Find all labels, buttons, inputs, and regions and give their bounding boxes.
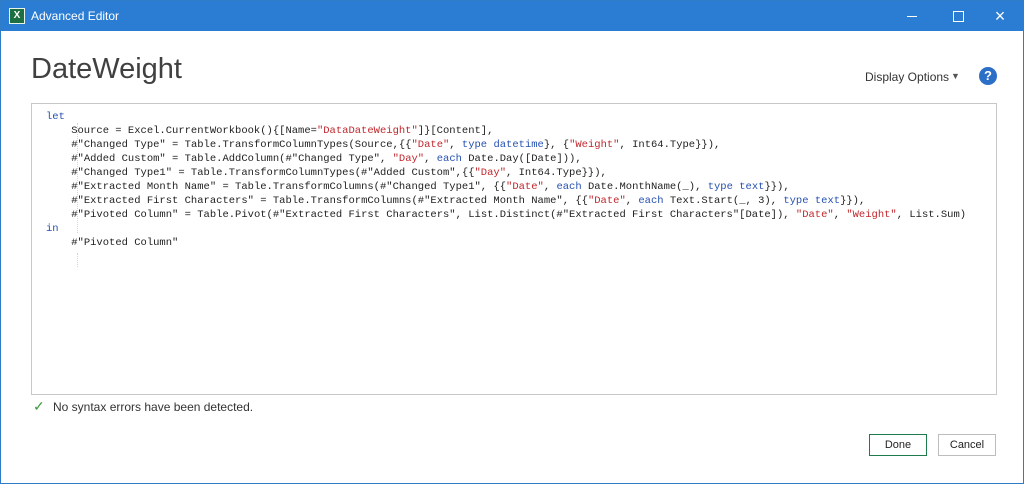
code-line: #"Pivoted Column" = Table.Pivot(#"Extrac… <box>46 209 967 221</box>
close-button[interactable]: × <box>977 1 1023 31</box>
cancel-button[interactable]: Cancel <box>938 434 996 456</box>
code-editor[interactable]: let Source = Excel.CurrentWorkbook(){[Na… <box>31 103 997 395</box>
checkmark-icon: ✓ <box>33 398 45 414</box>
window-title: Advanced Editor <box>31 9 120 23</box>
maximize-icon <box>952 11 964 23</box>
code-text[interactable]: let Source = Excel.CurrentWorkbook(){[Na… <box>46 110 966 250</box>
code-line: #"Changed Type1" = Table.TransformColumn… <box>46 167 607 179</box>
syntax-status-text: No syntax errors have been detected. <box>53 400 254 414</box>
code-line: let <box>46 111 65 123</box>
excel-icon: X <box>9 8 25 24</box>
code-line: #"Pivoted Column" <box>46 237 179 249</box>
code-line: Source = Excel.CurrentWorkbook(){[Name="… <box>46 125 494 137</box>
display-options-menu[interactable]: Display Options <box>865 70 949 84</box>
minimize-button[interactable] <box>889 1 935 31</box>
minimize-icon <box>907 16 917 18</box>
code-line: in <box>46 223 59 235</box>
done-button[interactable]: Done <box>869 434 927 456</box>
code-line: #"Changed Type" = Table.TransformColumnT… <box>46 139 721 151</box>
indent-guide-result <box>77 253 78 267</box>
query-name-heading: DateWeight <box>31 53 182 85</box>
advanced-editor-window: X Advanced Editor × DateWeight Display O… <box>0 0 1024 484</box>
code-line: #"Added Custom" = Table.AddColumn(#"Chan… <box>46 153 582 165</box>
chevron-down-icon[interactable]: ▼ <box>951 71 960 81</box>
code-line: #"Extracted Month Name" = Table.Transfor… <box>46 181 790 193</box>
title-bar[interactable]: X Advanced Editor × <box>1 1 1023 31</box>
question-mark-icon[interactable]: ? <box>979 67 997 85</box>
close-icon: × <box>994 6 1006 26</box>
maximize-button[interactable] <box>935 1 981 31</box>
code-line: #"Extracted First Characters" = Table.Tr… <box>46 195 866 207</box>
